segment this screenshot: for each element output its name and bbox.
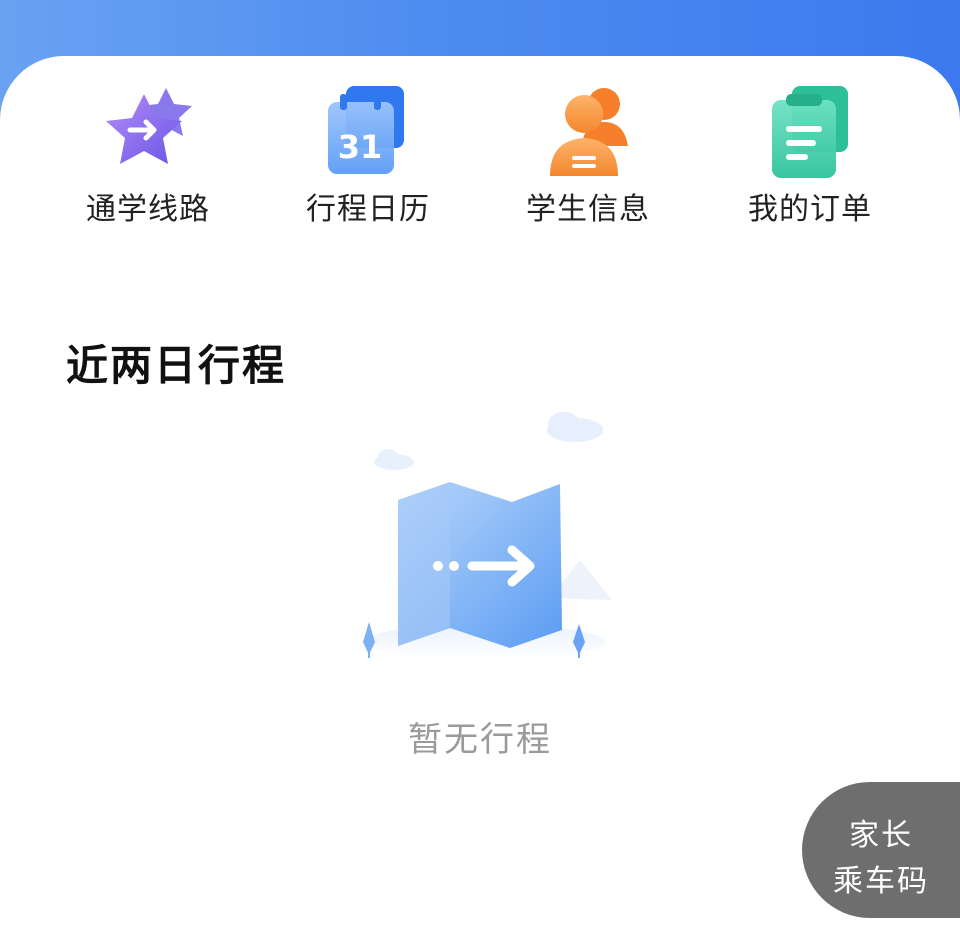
float-button-line1: 家长 [849,818,913,853]
section-title: 近两日行程 [66,341,287,390]
parent-ride-code-button[interactable]: 家长 乘车码 [802,782,960,918]
quick-action-label: 学生信息 [526,192,650,227]
map-route-icon [363,412,612,660]
student-profile-icon [550,88,628,176]
float-button-line2: 乘车码 [833,864,929,899]
star-arrow-icon [106,88,192,164]
quick-action-label: 我的订单 [748,192,872,227]
quick-action-calendar[interactable]: 31 行程日历 [258,80,478,230]
empty-state-text: 暂无行程 [408,720,552,760]
quick-actions: 通学线路 31 行程日历 学生信息 我的订单 [0,80,960,230]
order-clipboard-icon [772,86,848,178]
calendar-icon: 31 [328,86,404,174]
quick-action-orders[interactable]: 我的订单 [700,80,920,230]
quick-action-student[interactable]: 学生信息 [478,80,698,230]
calendar-day-number: 31 [338,128,383,166]
quick-action-route[interactable]: 通学线路 [38,80,258,230]
quick-action-label: 行程日历 [306,192,430,227]
quick-action-label: 通学线路 [86,192,210,227]
